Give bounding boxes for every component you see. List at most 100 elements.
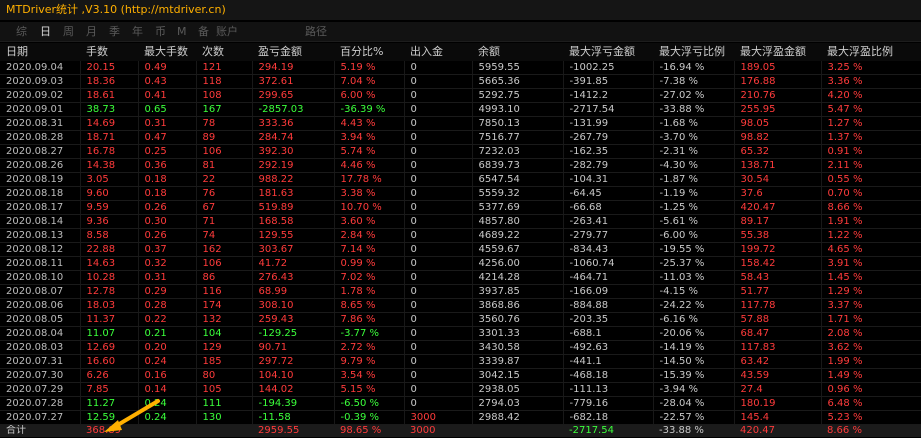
table-row[interactable]: 2020.08.28 18.71 0.47 89 284.74 3.94 % 0 7516.7… bbox=[0, 130, 921, 145]
cell-7: 4559.67 bbox=[472, 242, 564, 257]
total-cell-0: 合计 bbox=[0, 424, 80, 437]
column-header-0[interactable]: 日期 bbox=[0, 43, 80, 61]
cell-5: -0.39 % bbox=[334, 410, 405, 425]
cell-9: -1.87 % bbox=[653, 172, 735, 187]
cell-10: 255.95 bbox=[734, 102, 822, 117]
cell-7: 7516.77 bbox=[472, 130, 564, 145]
cell-10: 117.78 bbox=[734, 298, 822, 313]
table-row[interactable]: 2020.08.18 9.60 0.18 76 181.63 3.38 % 0 5559.32… bbox=[0, 186, 921, 201]
tab-5[interactable]: 年 bbox=[132, 22, 143, 42]
tab-8[interactable]: 备 bbox=[198, 22, 209, 42]
column-header-9[interactable]: 最大浮亏比例 bbox=[653, 43, 734, 61]
table-row[interactable]: 2020.09.01 38.73 0.65 167 -2857.03 -36.39 % 0 4… bbox=[0, 102, 921, 117]
tab-10[interactable]: 路径 bbox=[305, 22, 327, 42]
tab-1[interactable]: 日 bbox=[40, 22, 51, 42]
column-header-3[interactable]: 次数 bbox=[196, 43, 252, 61]
tab-7[interactable]: M bbox=[177, 22, 187, 42]
cell-11: 1.27 % bbox=[821, 116, 921, 131]
cell-9: -16.94 % bbox=[653, 61, 735, 75]
table-row[interactable]: 2020.08.06 18.03 0.28 174 308.10 8.65 % 0 3868.… bbox=[0, 298, 921, 313]
cell-6: 0 bbox=[404, 382, 473, 397]
tab-3[interactable]: 月 bbox=[86, 22, 97, 42]
cell-5: 4.43 % bbox=[334, 116, 405, 131]
cell-0: 2020.08.10 bbox=[0, 270, 81, 285]
column-header-2[interactable]: 最大手数 bbox=[138, 43, 196, 61]
table-row[interactable]: 2020.07.31 16.60 0.24 185 297.72 9.79 % 0 3339.… bbox=[0, 354, 921, 369]
cell-5: 3.38 % bbox=[334, 186, 405, 201]
table-row[interactable]: 2020.08.05 11.37 0.22 132 259.43 7.86 % 0 3560.… bbox=[0, 312, 921, 327]
column-header-1[interactable]: 手数 bbox=[80, 43, 138, 61]
cell-8: -131.99 bbox=[563, 116, 654, 131]
table-row[interactable]: 2020.09.03 18.36 0.43 118 372.61 7.04 % 0 5665.… bbox=[0, 74, 921, 89]
tab-6[interactable]: 币 bbox=[155, 22, 166, 42]
tab-0[interactable]: 综 bbox=[16, 22, 27, 42]
table-row[interactable]: 2020.08.17 9.59 0.26 67 519.89 10.70 % 0 5377.6… bbox=[0, 200, 921, 215]
cell-2: 0.22 bbox=[138, 312, 197, 327]
cell-3: 74 bbox=[196, 228, 253, 243]
table-row[interactable]: 2020.07.29 7.85 0.14 105 144.02 5.15 % 0 2938.0… bbox=[0, 382, 921, 397]
cell-11: 4.20 % bbox=[821, 88, 921, 103]
table-row[interactable]: 2020.08.03 12.69 0.20 129 90.71 2.72 % 0 3430.5… bbox=[0, 340, 921, 355]
table-row[interactable]: 2020.08.10 10.28 0.31 86 276.43 7.02 % 0 4214.2… bbox=[0, 270, 921, 285]
tab-4[interactable]: 季 bbox=[109, 22, 120, 42]
cell-1: 18.36 bbox=[80, 74, 139, 89]
cell-7: 4689.22 bbox=[472, 228, 564, 243]
cell-8: -66.68 bbox=[563, 200, 654, 215]
column-header-7[interactable]: 余额 bbox=[472, 43, 563, 61]
cell-9: -4.30 % bbox=[653, 158, 735, 173]
cell-0: 2020.08.17 bbox=[0, 200, 81, 215]
cell-0: 2020.09.01 bbox=[0, 102, 81, 117]
cell-0: 2020.07.28 bbox=[0, 396, 81, 411]
cell-2: 0.18 bbox=[138, 186, 197, 201]
table-row[interactable]: 2020.08.12 22.88 0.37 162 303.67 7.14 % 0 4559.… bbox=[0, 242, 921, 257]
cell-2: 0.28 bbox=[138, 298, 197, 313]
table-row[interactable]: 2020.08.26 14.38 0.36 81 292.19 4.46 % 0 6839.7… bbox=[0, 158, 921, 173]
cell-0: 2020.09.02 bbox=[0, 88, 81, 103]
cell-10: 65.32 bbox=[734, 144, 822, 159]
cell-11: 0.96 % bbox=[821, 382, 921, 397]
table-row[interactable]: 2020.07.30 6.26 0.16 80 104.10 3.54 % 0 3042.15… bbox=[0, 368, 921, 383]
table-header: 日期 手数 最大手数 次数 盈亏金额 百分比% 出入金 余额 最大浮亏金额 最大浮亏比例 最大浮盈金… bbox=[0, 43, 921, 61]
table-row[interactable]: 2020.09.02 18.61 0.41 108 299.65 6.00 % 0 5292.… bbox=[0, 88, 921, 103]
cell-11: 1.91 % bbox=[821, 214, 921, 229]
table-row[interactable]: 2020.08.11 14.63 0.32 106 41.72 0.99 % 0 4256.0… bbox=[0, 256, 921, 271]
cell-6: 0 bbox=[404, 396, 473, 411]
column-header-5[interactable]: 百分比% bbox=[334, 43, 404, 61]
table-row[interactable]: 2020.08.14 9.36 0.30 71 168.58 3.60 % 0 4857.80… bbox=[0, 214, 921, 229]
cell-2: 0.25 bbox=[138, 144, 197, 159]
cell-7: 3042.15 bbox=[472, 368, 564, 383]
cell-11: 3.91 % bbox=[821, 256, 921, 271]
cell-3: 132 bbox=[196, 312, 253, 327]
table-row[interactable]: 2020.09.04 20.15 0.49 121 294.19 5.19 % 0 5959.… bbox=[0, 61, 921, 75]
table-row[interactable]: 2020.08.27 16.78 0.25 106 392.30 5.74 % 0 7232.… bbox=[0, 144, 921, 159]
cell-3: 81 bbox=[196, 158, 253, 173]
cell-3: 130 bbox=[196, 410, 253, 425]
table-row[interactable]: 2020.08.04 11.07 0.21 104 -129.25 -3.77 % 0 330… bbox=[0, 326, 921, 341]
table-row[interactable]: 2020.08.19 3.05 0.18 22 988.22 17.78 % 0 6547.5… bbox=[0, 172, 921, 187]
column-header-4[interactable]: 盈亏金额 bbox=[252, 43, 334, 61]
table-row[interactable]: 2020.08.07 12.78 0.29 116 68.99 1.78 % 0 3937.8… bbox=[0, 284, 921, 299]
cell-5: 5.74 % bbox=[334, 144, 405, 159]
cell-10: 43.59 bbox=[734, 368, 822, 383]
cell-3: 129 bbox=[196, 340, 253, 355]
table-row[interactable]: 2020.08.31 14.69 0.31 78 333.36 4.43 % 0 7850.1… bbox=[0, 116, 921, 131]
cell-8: -441.1 bbox=[563, 354, 654, 369]
tab-9[interactable]: 账户 bbox=[216, 22, 238, 42]
cell-3: 86 bbox=[196, 270, 253, 285]
cell-2: 0.43 bbox=[138, 74, 197, 89]
column-header-11[interactable]: 最大浮盈比例 bbox=[821, 43, 921, 61]
cell-7: 2988.42 bbox=[472, 410, 564, 425]
cell-2: 0.14 bbox=[138, 382, 197, 397]
cell-2: 0.29 bbox=[138, 284, 197, 299]
cell-1: 9.60 bbox=[80, 186, 139, 201]
cell-2: 0.47 bbox=[138, 130, 197, 145]
tab-2[interactable]: 周 bbox=[63, 22, 74, 42]
column-header-6[interactable]: 出入金 bbox=[404, 43, 472, 61]
table-row[interactable]: 2020.08.13 8.58 0.26 74 129.55 2.84 % 0 4689.22… bbox=[0, 228, 921, 243]
column-header-10[interactable]: 最大浮盈金额 bbox=[734, 43, 821, 61]
cell-8: -884.88 bbox=[563, 298, 654, 313]
cell-8: -166.09 bbox=[563, 284, 654, 299]
column-header-8[interactable]: 最大浮亏金额 bbox=[563, 43, 653, 61]
cell-8: -2717.54 bbox=[563, 102, 654, 117]
cell-7: 3868.86 bbox=[472, 298, 564, 313]
